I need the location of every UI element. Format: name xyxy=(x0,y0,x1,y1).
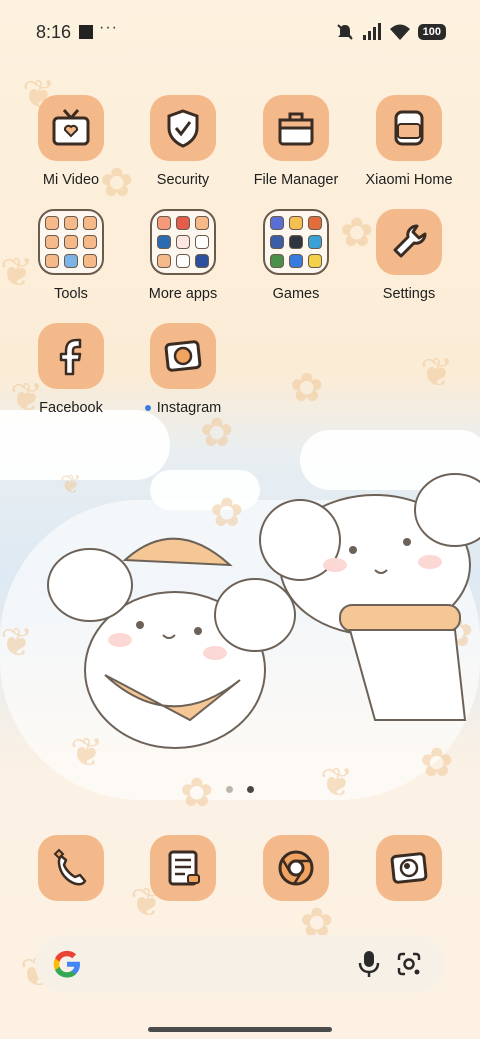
app-label-instagram: Instagram xyxy=(128,400,238,416)
camera-icon xyxy=(376,835,442,901)
folder-icon xyxy=(150,209,216,275)
phone-icon xyxy=(38,835,104,901)
dock-camera[interactable] xyxy=(354,835,464,901)
app-label: Tools xyxy=(54,286,88,302)
mute-icon xyxy=(336,24,353,40)
app-label: Instagram xyxy=(156,400,222,416)
google-icon xyxy=(53,950,80,978)
folder-more-apps[interactable]: More apps xyxy=(128,209,238,302)
wrench-icon xyxy=(376,209,442,275)
app-facebook[interactable]: Facebook xyxy=(16,323,126,416)
app-label: Facebook xyxy=(39,400,103,416)
app-label: Mi Video xyxy=(42,172,100,188)
app-file-manager[interactable]: File Manager xyxy=(241,95,351,188)
app-instagram[interactable]: Instagram xyxy=(128,323,238,416)
battery-icon: 100 xyxy=(417,24,446,40)
camera-icon xyxy=(150,323,216,389)
notification-icon xyxy=(79,25,93,39)
chrome-icon xyxy=(263,835,329,901)
status-bar: 8:16 ··· 100 xyxy=(0,0,480,64)
mic-icon xyxy=(358,951,380,977)
shield-icon xyxy=(150,95,216,161)
briefcase-icon xyxy=(263,95,329,161)
dock-phone[interactable] xyxy=(16,835,126,901)
app-security[interactable]: Security xyxy=(128,95,238,188)
page-dot[interactable] xyxy=(226,786,233,793)
lens-button[interactable] xyxy=(389,944,429,984)
folder-icon xyxy=(263,209,329,275)
page-dot-active[interactable] xyxy=(247,786,254,793)
app-mi-video[interactable]: Mi Video xyxy=(16,95,126,188)
status-time: 8:16 xyxy=(36,22,72,42)
app-label: Settings xyxy=(382,286,436,302)
signal-icon xyxy=(362,23,381,40)
app-label: Games xyxy=(272,286,320,302)
mic-button[interactable] xyxy=(349,944,389,984)
new-install-dot xyxy=(144,405,151,412)
wifi-icon xyxy=(389,24,410,40)
app-settings[interactable]: Settings xyxy=(354,209,464,302)
lens-icon xyxy=(397,952,421,976)
more-notifications-indicator: ··· xyxy=(99,19,118,36)
folder-tools[interactable]: Tools xyxy=(16,209,126,302)
folder-icon xyxy=(38,209,104,275)
page-indicator xyxy=(0,786,480,793)
notes-icon xyxy=(150,835,216,901)
app-label: Xiaomi Home xyxy=(365,172,453,188)
app-xiaomi-home[interactable]: Xiaomi Home xyxy=(354,95,464,188)
dock-chrome[interactable] xyxy=(241,835,351,901)
dock-notes[interactable] xyxy=(128,835,238,901)
google-search-bar[interactable] xyxy=(35,935,445,993)
tv-icon xyxy=(38,95,104,161)
puppy-illustration xyxy=(259,473,480,721)
folder-games[interactable]: Games xyxy=(241,209,351,302)
app-label: More apps xyxy=(148,286,218,302)
facebook-icon xyxy=(38,323,104,389)
app-label: File Manager xyxy=(253,172,339,188)
jar-icon xyxy=(376,95,442,161)
home-indicator[interactable] xyxy=(148,1027,332,1032)
app-label: Security xyxy=(156,172,210,188)
